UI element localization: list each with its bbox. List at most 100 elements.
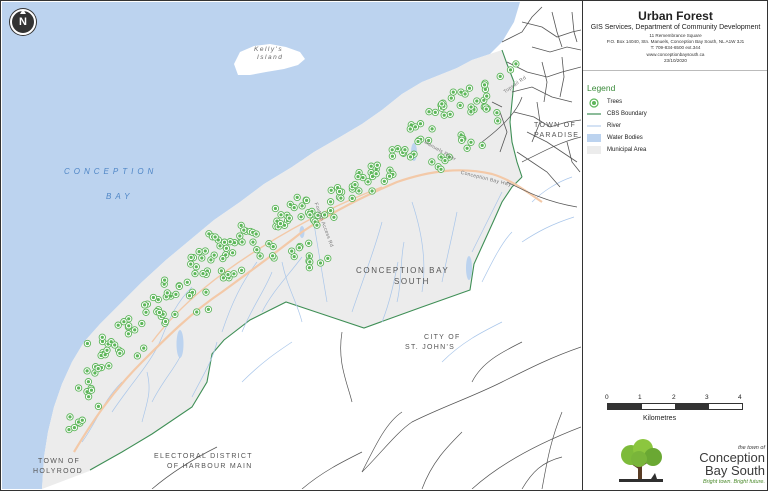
legend-item-boundary: CBS Boundary <box>587 108 767 120</box>
water-label-bay: BAY <box>106 192 134 201</box>
tree-marker-dot <box>375 163 379 167</box>
map-frame: N CONCEPTION BAY Kelly's Island CONCEPTI… <box>0 0 768 491</box>
tree-marker-dot <box>299 215 303 219</box>
tree-marker-dot <box>165 291 169 295</box>
tree-marker-dot <box>498 74 502 78</box>
logo-tagline: Bright town. Bright future. <box>702 479 765 485</box>
tree-marker-dot <box>144 310 148 314</box>
tree-marker-dot <box>116 323 120 327</box>
tree-marker-dot <box>273 206 277 211</box>
tree-marker-dot <box>469 105 473 109</box>
tree-marker-dot <box>458 103 462 107</box>
tree-marker-dot <box>467 86 472 90</box>
tree-marker-dot <box>308 213 312 217</box>
tree-marker-dot <box>465 146 469 150</box>
water-label-conception: CONCEPTION <box>64 167 158 176</box>
tree-marker-dot <box>85 341 89 346</box>
tree-marker-dot <box>173 312 177 316</box>
tree-marker-dot <box>430 127 434 131</box>
boundary-line-icon <box>587 110 601 118</box>
tree-marker-dot <box>240 268 244 272</box>
tree-marker-dot <box>118 351 122 355</box>
tree-marker-dot <box>430 160 434 164</box>
tree-marker-dot <box>350 196 354 200</box>
tree-marker-dot <box>224 246 228 250</box>
tree-marker-dot <box>332 215 336 219</box>
tree-marker-dot <box>105 348 109 352</box>
tree-marker-dot <box>221 257 225 261</box>
map-title: Urban Forest <box>638 9 713 23</box>
legend-label: River <box>607 123 622 130</box>
tree-marker-dot <box>232 272 236 276</box>
tree-marker-dot <box>96 367 100 371</box>
scale-unit: Kilometres <box>643 415 677 422</box>
town-logo-tree-icon <box>619 439 663 482</box>
tree-marker-dot <box>448 112 452 116</box>
logo-line-2: Bay South <box>705 463 765 478</box>
legend-item-water: Water Bodies <box>587 132 767 144</box>
tree-marker-dot <box>212 253 216 257</box>
tree-marker-dot <box>413 125 417 129</box>
tree-marker-dot <box>408 127 412 131</box>
tree-marker-dot <box>482 83 487 87</box>
tree-marker-dot <box>463 92 467 96</box>
tree-marker-dot <box>442 113 446 117</box>
map-view[interactable]: N CONCEPTION BAY Kelly's Island CONCEPTI… <box>2 2 581 489</box>
tree-marker-dot <box>174 292 178 296</box>
tree-marker-dot <box>356 175 360 179</box>
tree-marker-dot <box>226 273 230 277</box>
north-arrow-icon: N <box>10 9 36 35</box>
municipality-label-1: CONCEPTION BAY <box>356 266 450 275</box>
logo-text: the town of Conception Bay South Bright … <box>675 445 765 485</box>
tree-marker-dot <box>469 110 473 114</box>
tree-marker-dot <box>427 110 431 114</box>
legend-label: CBS Boundary <box>607 111 647 118</box>
tree-marker-dot <box>238 234 242 238</box>
municipality-label-2: SOUTH <box>394 277 430 286</box>
tree-marker-dot <box>151 295 155 300</box>
tree-marker-dot <box>271 254 275 258</box>
tree-marker-dot <box>390 154 394 158</box>
legend-label: Municipal Area <box>607 147 647 154</box>
tree-marker-dot <box>307 241 311 245</box>
tree-marker-dot <box>164 319 168 324</box>
tree-marker-dot <box>315 223 319 227</box>
tree-marker-dot <box>127 324 131 328</box>
tree-marker-dot <box>140 321 144 326</box>
tree-marker-dot <box>142 346 146 350</box>
tree-marker-dot <box>440 102 444 106</box>
scale-tick-3: 3 <box>705 394 709 401</box>
tree-marker-dot <box>418 122 423 126</box>
tree-marker-dot <box>295 195 299 199</box>
tree-marker-dot <box>201 272 205 276</box>
tree-marker-dot <box>189 262 193 266</box>
tree-marker-dot <box>239 223 243 227</box>
tree-marker-dot <box>67 428 71 432</box>
scale-tick-1: 1 <box>638 394 642 401</box>
tree-marker-dot <box>496 119 500 123</box>
river-line-icon <box>587 122 601 130</box>
tree-marker-dot <box>156 298 160 302</box>
tree-marker-dot <box>374 172 378 176</box>
tree-marker-dot <box>290 249 294 253</box>
tree-marker-dot <box>221 276 225 280</box>
tree-marker-dot <box>484 107 488 111</box>
address-line: 23/10/2020 <box>664 57 687 63</box>
scale-tick-0: 0 <box>605 394 609 401</box>
tree-marker-dot <box>113 343 117 347</box>
tree-marker-dot <box>514 62 518 66</box>
tree-marker-dot <box>258 254 262 258</box>
tree-marker-dot <box>72 426 76 430</box>
island-label-1: Kelly's <box>254 46 284 53</box>
tree-marker-dot <box>300 204 304 208</box>
tree-marker-dot <box>408 155 413 159</box>
address-block: 11 Remembrance Square P.O. Box 14040, St… <box>583 33 767 64</box>
legend-item-river: River <box>587 120 767 132</box>
city-label-1: CITY OF <box>424 334 461 341</box>
scale-tick-2: 2 <box>672 394 676 401</box>
tree-marker-dot <box>271 245 275 249</box>
tree-marker-dot <box>318 261 323 265</box>
tree-marker-dot <box>107 364 111 368</box>
city-label-2: ST. JOHN'S <box>405 344 456 351</box>
tree-marker-dot <box>197 250 201 254</box>
